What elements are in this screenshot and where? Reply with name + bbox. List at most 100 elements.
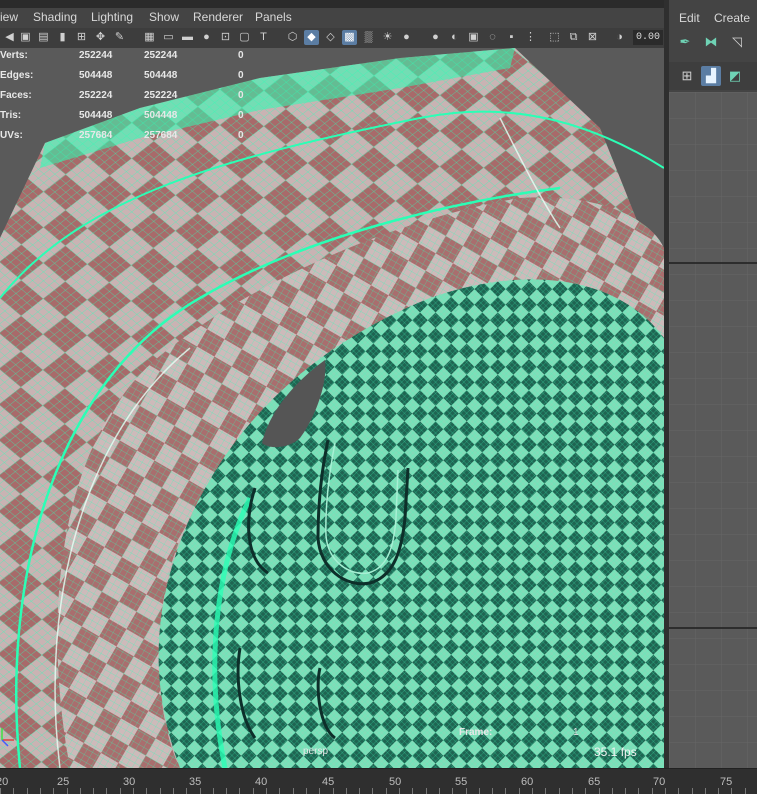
exposure-field[interactable]: 0.00 xyxy=(633,30,663,45)
pan-zoom-icon[interactable]: ✥ xyxy=(93,30,108,45)
uv-editor-icon[interactable]: ◹ xyxy=(727,32,747,52)
motion-blur-icon[interactable]: ● xyxy=(428,30,443,45)
time-label-55: 55 xyxy=(455,776,468,788)
time-tick xyxy=(692,788,693,794)
time-tick xyxy=(412,788,413,794)
wireframe-on-shaded-icon[interactable]: ◇ xyxy=(323,30,338,45)
gate-mask-icon[interactable]: ● xyxy=(199,30,214,45)
time-tick xyxy=(625,788,626,794)
bookmark-icon[interactable]: ▮ xyxy=(55,30,70,45)
backface-cull-icon[interactable]: ⬚ xyxy=(547,30,562,45)
hud-tris-v1: 504448 xyxy=(79,110,113,121)
tire-mesh-render xyxy=(0,48,664,768)
time-tick xyxy=(346,788,347,794)
camera-gate-icon[interactable]: ⊠ xyxy=(585,30,600,45)
hud-uvs-row: UVs: 257684 257684 0 xyxy=(0,130,260,146)
time-tick xyxy=(505,788,506,794)
time-tick xyxy=(386,788,387,794)
time-label-30: 30 xyxy=(123,776,136,788)
hud-verts-v2: 252244 xyxy=(144,50,178,61)
perspective-viewport[interactable]: Verts: 252244 252244 0 Edges: 504448 504… xyxy=(0,48,664,768)
time-tick xyxy=(213,788,214,794)
time-slider[interactable]: 20 25 30 35 40 45 50 55 60 65 70 75 xyxy=(0,768,757,794)
time-tick xyxy=(93,788,94,794)
hud-tris-row: Tris: 504448 504448 0 xyxy=(0,110,260,126)
safe-title-icon[interactable]: T xyxy=(256,30,271,45)
grease-pencil-icon[interactable]: ✎ xyxy=(112,30,127,45)
time-label-75: 75 xyxy=(720,776,733,788)
screen-space-ao-icon[interactable]: ● xyxy=(399,30,414,45)
time-label-50: 50 xyxy=(389,776,402,788)
time-tick xyxy=(585,788,586,794)
time-tick xyxy=(0,788,1,794)
hud-edges-v1: 504448 xyxy=(79,70,113,81)
depth-of-field-icon[interactable]: ▣ xyxy=(466,30,481,45)
grid-icon[interactable]: ▦ xyxy=(142,30,157,45)
time-label-20: 20 xyxy=(0,776,9,788)
hud-verts-v1: 252244 xyxy=(79,50,113,61)
time-tick xyxy=(638,788,639,794)
multisample-aa-icon[interactable]: ◐ xyxy=(447,30,462,45)
safe-action-icon[interactable]: ▢ xyxy=(237,30,252,45)
time-tick xyxy=(266,788,267,794)
time-tick xyxy=(572,788,573,794)
time-tick xyxy=(306,788,307,794)
film-gate-icon[interactable]: ▭ xyxy=(161,30,176,45)
time-tick xyxy=(665,788,666,794)
time-tick xyxy=(333,788,334,794)
menu-edit[interactable]: Edit xyxy=(679,11,700,25)
time-tick xyxy=(731,788,732,794)
snap-together-icon[interactable]: ⧓ xyxy=(701,32,721,52)
hud-uvs-v1: 257684 xyxy=(79,130,113,141)
viewport-toolbar: ◀ ▣ ▤ ▮ ⊞ ✥ ✎ ▦ ▭ ▬ ● ⊡ ▢ T ⬡ ◆ ◇ ▩ ▒ ☀ … xyxy=(0,28,667,49)
hud-uvs-v3: 0 xyxy=(238,130,244,141)
menu-create[interactable]: Create xyxy=(714,11,750,25)
time-tick xyxy=(452,788,453,794)
isolate-select-icon[interactable]: ◌ xyxy=(485,30,500,45)
move-tool-icon[interactable]: ✒ xyxy=(675,32,695,52)
camera-attributes-icon[interactable]: ▣ xyxy=(18,30,33,45)
uv-shell-icon[interactable]: ⊞ xyxy=(677,66,697,86)
menu-panels[interactable]: Panels xyxy=(255,10,292,24)
snapshot-icon[interactable]: ▤ xyxy=(36,30,51,45)
time-tick xyxy=(239,788,240,794)
xray-icon[interactable]: ▪ xyxy=(504,30,519,45)
hud-toggle-icon[interactable]: ⧉ xyxy=(566,30,581,45)
textured-icon[interactable]: ▩ xyxy=(342,30,357,45)
time-tick xyxy=(399,788,400,794)
time-label-70: 70 xyxy=(653,776,666,788)
xray-joints-icon[interactable]: ⋮ xyxy=(523,30,538,45)
distortion-icon[interactable]: ◩ xyxy=(725,66,745,86)
time-tick xyxy=(160,788,161,794)
time-tick xyxy=(718,788,719,794)
menu-view[interactable]: iew xyxy=(0,10,18,24)
time-tick xyxy=(120,788,121,794)
hud-faces-v3: 0 xyxy=(238,90,244,101)
hud-tris-v2: 504448 xyxy=(144,110,178,121)
shadows-icon[interactable]: ☀ xyxy=(380,30,395,45)
time-tick xyxy=(53,788,54,794)
time-tick xyxy=(253,788,254,794)
resolution-gate-icon[interactable]: ▬ xyxy=(180,30,195,45)
menu-lighting[interactable]: Lighting xyxy=(91,10,133,24)
menu-shading[interactable]: Shading xyxy=(33,10,77,24)
uv-grid-area[interactable] xyxy=(669,92,757,768)
time-tick xyxy=(439,788,440,794)
image-plane-icon[interactable]: ⊞ xyxy=(74,30,89,45)
menu-renderer[interactable]: Renderer xyxy=(193,10,243,24)
time-tick xyxy=(80,788,81,794)
time-tick xyxy=(67,788,68,794)
menu-show[interactable]: Show xyxy=(149,10,179,24)
hud-frame-value: 1 xyxy=(573,727,579,738)
use-all-lights-icon[interactable]: ▒ xyxy=(361,30,376,45)
camera-name-label: persp xyxy=(303,746,329,757)
checker-map-icon[interactable]: ▟ xyxy=(701,66,721,86)
exposure-icon[interactable]: ◑ xyxy=(612,30,627,45)
smooth-shade-icon[interactable]: ◆ xyxy=(304,30,319,45)
time-tick xyxy=(226,788,227,794)
field-chart-icon[interactable]: ⊡ xyxy=(218,30,233,45)
hud-tris-label: Tris: xyxy=(0,110,22,121)
select-camera-icon[interactable]: ◀ xyxy=(2,30,17,45)
hud-edges-label: Edges: xyxy=(0,70,34,81)
wireframe-icon[interactable]: ⬡ xyxy=(285,30,300,45)
